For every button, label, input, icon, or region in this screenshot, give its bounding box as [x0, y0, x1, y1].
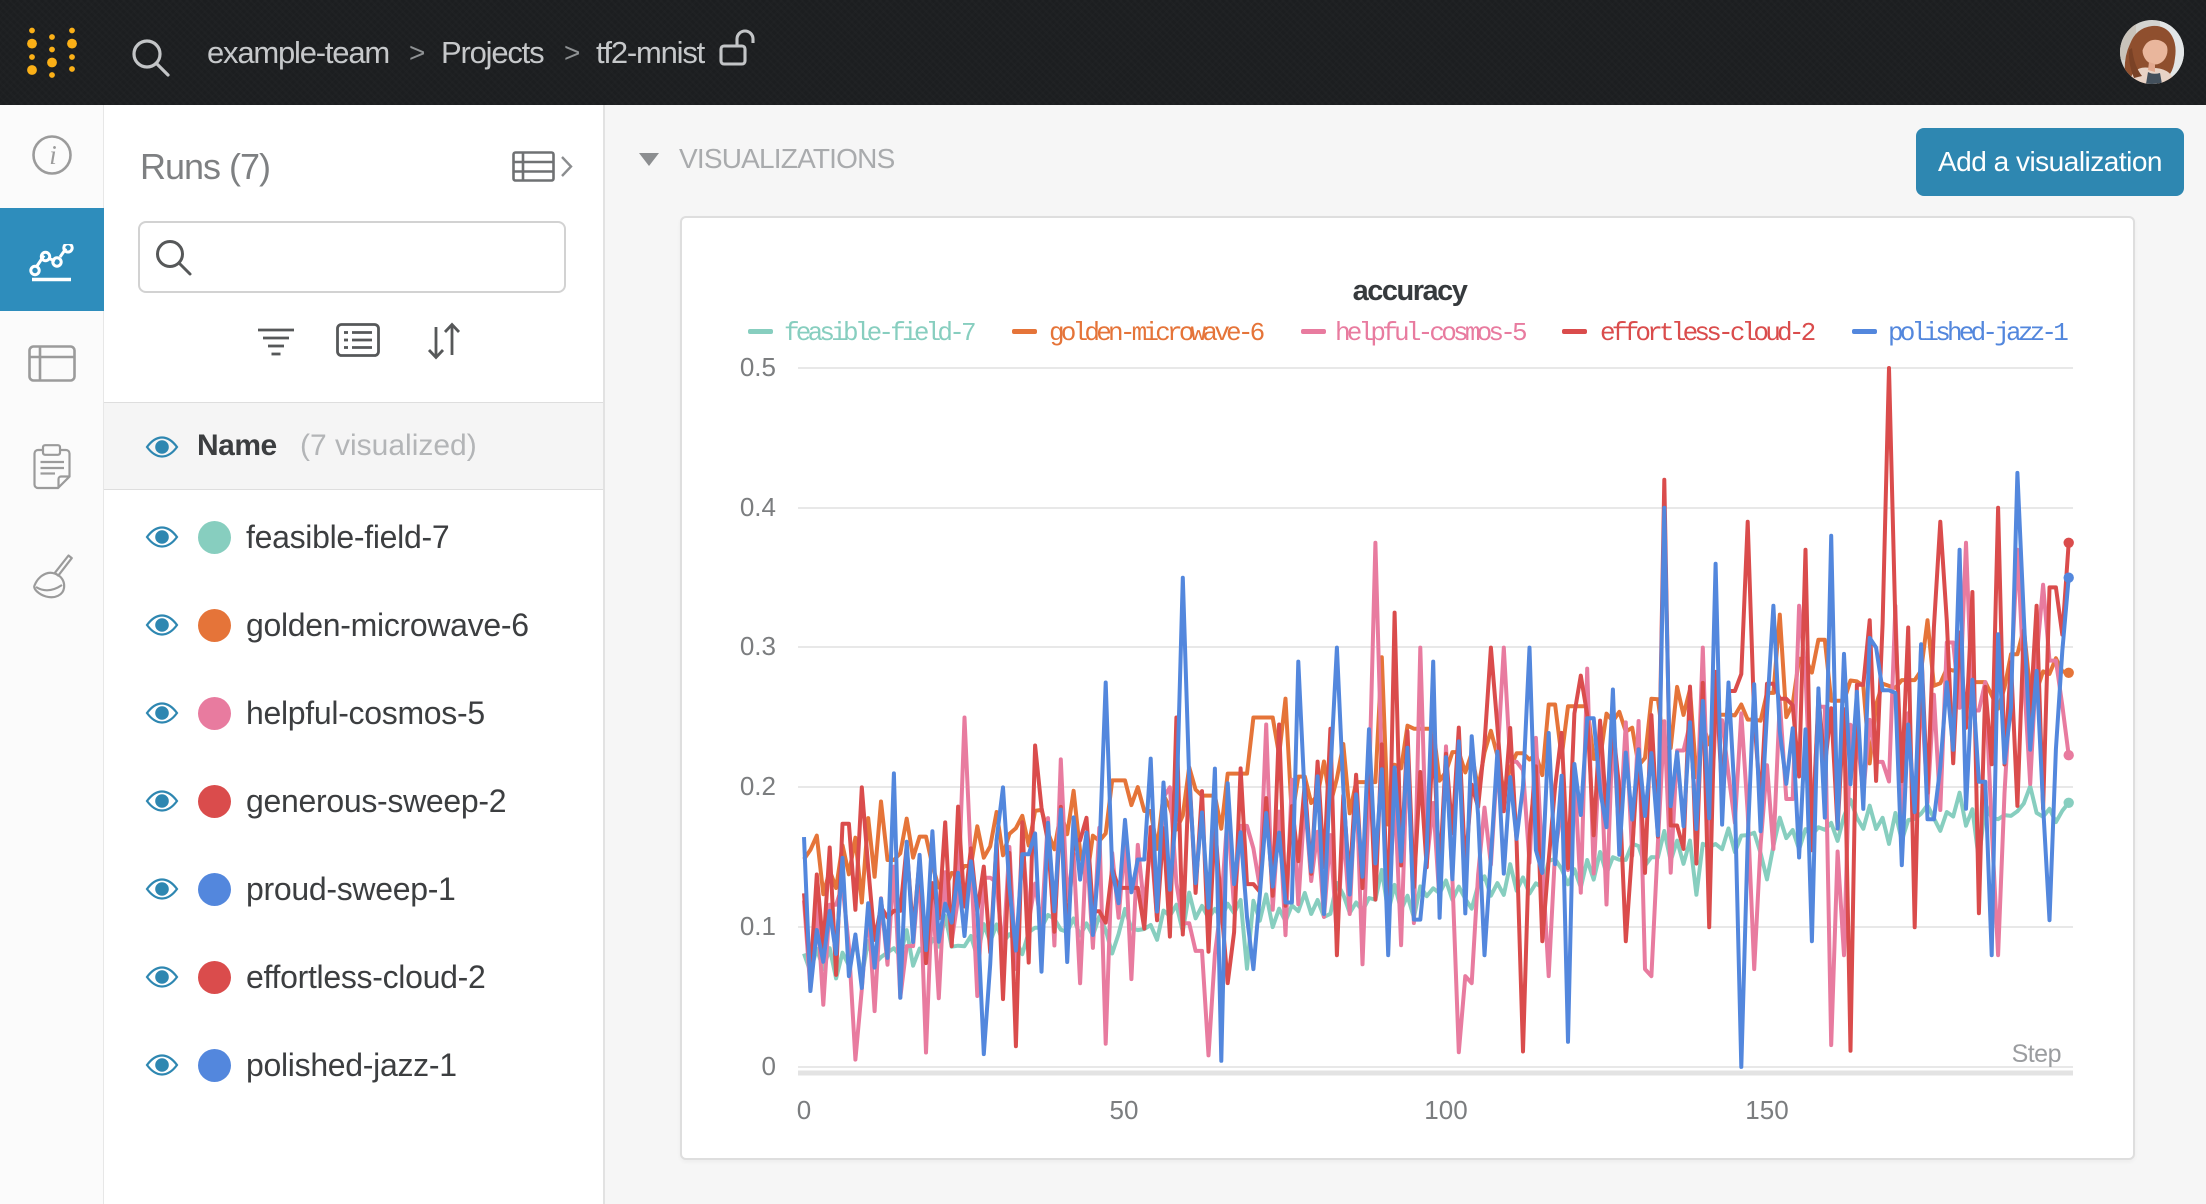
svg-text:i: i: [49, 140, 57, 170]
